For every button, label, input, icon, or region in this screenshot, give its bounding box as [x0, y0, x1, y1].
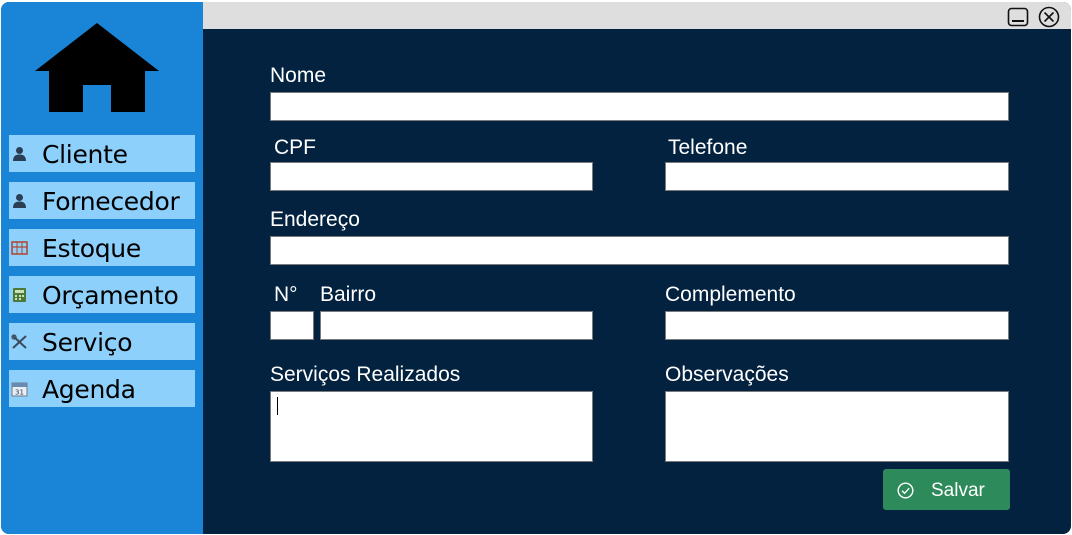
bairro-input[interactable] [320, 311, 593, 340]
observacoes-textarea[interactable] [665, 391, 1009, 462]
text-caret [277, 397, 278, 415]
sidebar-item-fornecedor[interactable]: Fornecedor [9, 182, 195, 219]
telefone-label: Telefone [668, 136, 748, 159]
numero-input[interactable] [270, 311, 314, 340]
check-circle-icon [897, 482, 914, 499]
complemento-label: Complemento [665, 283, 796, 306]
sidebar-item-cliente[interactable]: Cliente [9, 135, 195, 172]
servicos-realizados-textarea[interactable] [270, 391, 593, 462]
endereco-input[interactable] [270, 236, 1009, 265]
nome-input[interactable] [270, 92, 1009, 121]
nome-label: Nome [270, 64, 327, 87]
calendar-icon: 31 [11, 382, 28, 397]
save-button[interactable]: Salvar [883, 469, 1010, 510]
tools-icon [11, 334, 27, 349]
save-button-label: Salvar [931, 480, 985, 501]
sidebar-item-estoque[interactable]: Estoque [9, 229, 195, 266]
sidebar-item-agenda[interactable]: 31 Agenda [9, 370, 195, 407]
close-icon[interactable] [1038, 6, 1060, 28]
complemento-input[interactable] [665, 311, 1009, 340]
app-window: Cliente Fornecedor Estoque Orçamento Ser… [1, 2, 1071, 534]
sidebar-item-label: Orçamento [42, 281, 179, 310]
title-bar [203, 2, 1071, 29]
sidebar-item-label: Fornecedor [42, 187, 180, 216]
shelf-icon [11, 241, 28, 255]
sidebar-item-label: Cliente [42, 140, 128, 169]
calculator-icon [13, 288, 26, 302]
servicos-realizados-label: Serviços Realizados [270, 363, 461, 386]
sidebar-item-label: Serviço [42, 328, 133, 357]
sidebar: Cliente Fornecedor Estoque Orçamento Ser… [1, 2, 203, 534]
endereco-label: Endereço [270, 208, 360, 231]
sidebar-item-servico[interactable]: Serviço [9, 323, 195, 360]
minimize-icon[interactable] [1007, 7, 1029, 27]
svg-text:31: 31 [15, 389, 24, 397]
bairro-label: Bairro [320, 283, 377, 306]
sidebar-item-label: Estoque [42, 234, 141, 263]
sidebar-item-orcamento[interactable]: Orçamento [9, 276, 195, 313]
numero-label: N° [274, 283, 298, 306]
cpf-input[interactable] [270, 162, 593, 191]
person-icon [13, 147, 26, 161]
home-icon[interactable] [35, 21, 159, 112]
telefone-input[interactable] [665, 162, 1009, 191]
person-icon [13, 194, 26, 208]
sidebar-item-label: Agenda [42, 375, 136, 404]
cpf-label: CPF [274, 136, 316, 159]
observacoes-label: Observações [665, 363, 789, 386]
